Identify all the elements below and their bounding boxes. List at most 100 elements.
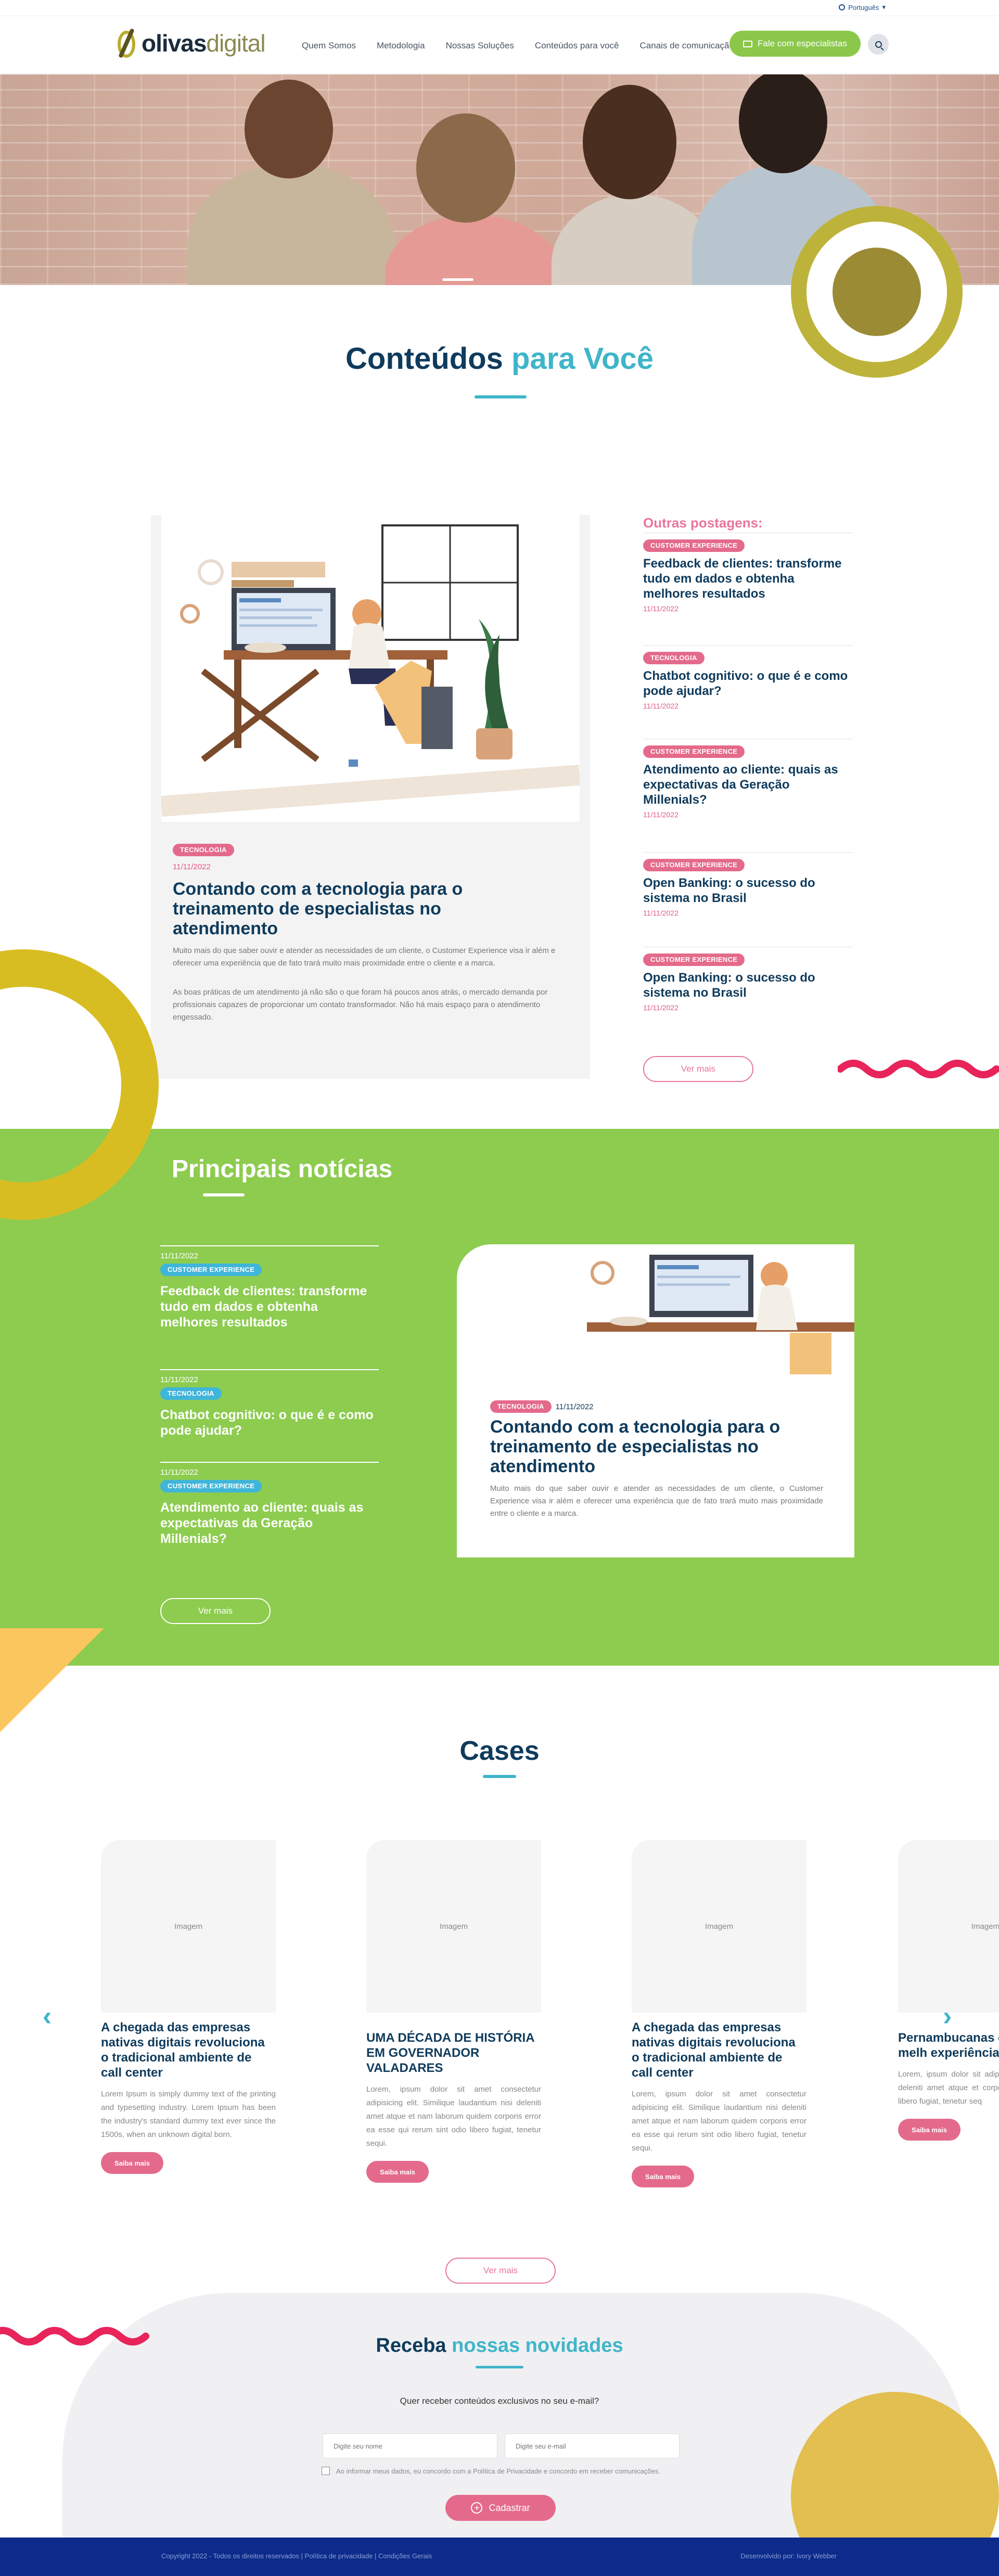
case-title[interactable]: A chegada das empresas nativas digitais … xyxy=(101,2020,276,2080)
post-title[interactable]: Chatbot cognitivo: o que é e como pode a… xyxy=(643,668,853,699)
cases-more-button[interactable]: Ver mais xyxy=(445,2258,556,2284)
sidebar-more-button[interactable]: Ver mais xyxy=(643,1056,753,1082)
post-date: 11/11/2022 xyxy=(643,909,678,917)
news-card-title[interactable]: Contando com a tecnologia para o treinam… xyxy=(490,1417,823,1476)
logo[interactable]: olivasdigital xyxy=(117,28,266,59)
case-card-partial[interactable]: Imagem Pernambucanas operação e melh exp… xyxy=(898,1840,999,2141)
category-tag[interactable]: TECNOLOGIA xyxy=(160,1387,222,1400)
nav-item-conteudos[interactable]: Conteúdos para você xyxy=(535,38,619,54)
sidebar-post[interactable]: CUSTOMER EXPERIENCE Feedback de clientes… xyxy=(643,533,853,613)
post-title[interactable]: Atendimento ao cliente: quais as expecta… xyxy=(643,762,853,807)
category-tag[interactable]: CUSTOMER EXPERIENCE xyxy=(643,539,745,552)
case-title[interactable]: Pernambucanas operação e melh experiênci… xyxy=(898,2030,999,2060)
section-title-cases: Cases xyxy=(459,1736,540,1766)
title-underline xyxy=(203,1193,245,1196)
developer-credit[interactable]: Desenvolvido por: Ivory Webber xyxy=(740,2552,837,2560)
news-item[interactable]: 11/11/2022 CUSTOMER EXPERIENCE Atendimen… xyxy=(160,1462,379,1547)
consent-text: Ao informar meus dados, eu concordo com … xyxy=(336,2467,660,2475)
post-date: 11/11/2022 xyxy=(643,810,678,819)
case-image-placeholder: Imagem xyxy=(898,1840,999,2013)
post-date: 11/11/2022 xyxy=(643,604,678,613)
title-underline xyxy=(476,2366,523,2368)
language-selector[interactable]: Português ▾ xyxy=(839,0,886,15)
post-date: 11/11/2022 xyxy=(643,702,678,710)
news-date: 11/11/2022 xyxy=(160,1252,198,1260)
consent-checkbox[interactable] xyxy=(322,2467,330,2475)
carousel-prev-button[interactable]: ‹ xyxy=(43,2001,52,2032)
section-title-conteudos: Conteúdos para Você xyxy=(0,341,999,376)
featured-post-card[interactable]: TECNOLOGIA 11/11/2022 Contando com a tec… xyxy=(151,515,590,1079)
logo-text-light: digital xyxy=(206,30,265,57)
title-accent: nossas novidades xyxy=(452,2335,623,2356)
news-title[interactable]: Chatbot cognitivo: o que é e como pode a… xyxy=(160,1407,379,1438)
title-main: Conteúdos xyxy=(345,342,503,376)
category-tag[interactable]: CUSTOMER EXPERIENCE xyxy=(160,1480,262,1492)
news-more-button[interactable]: Ver mais xyxy=(160,1598,271,1624)
news-title[interactable]: Feedback de clientes: transforme tudo em… xyxy=(160,1283,379,1330)
nav-item-canais[interactable]: Canais de comunicação xyxy=(640,38,734,54)
logo-mark-icon xyxy=(117,28,137,59)
sidebar-post[interactable]: CUSTOMER EXPERIENCE Open Banking: o suce… xyxy=(643,852,853,917)
case-excerpt: Lorem, ipsum dolor sit adipisicing elit.… xyxy=(898,2070,999,2106)
category-tag[interactable]: CUSTOMER EXPERIENCE xyxy=(643,745,745,758)
nav-item-quem-somos[interactable]: Quem Somos xyxy=(302,38,356,54)
talk-to-specialists-button[interactable]: Fale com especialistas xyxy=(729,31,861,57)
post-title[interactable]: Open Banking: o sucesso do sistema no Br… xyxy=(643,875,853,906)
featured-post-excerpt-2: As boas práticas de um atendimento já nã… xyxy=(173,988,548,1022)
title-main: Receba xyxy=(376,2335,446,2356)
search-icon xyxy=(875,41,882,48)
newsletter-subtitle: Quer receber conteúdos exclusivos no seu… xyxy=(400,2396,599,2406)
news-item[interactable]: 11/11/2022 TECNOLOGIA Chatbot cognitivo:… xyxy=(160,1369,379,1438)
subscribe-button[interactable]: + Cadastrar xyxy=(445,2495,556,2521)
decorative-wave xyxy=(838,1060,999,1078)
saiba-mais-button[interactable]: Saiba mais xyxy=(366,2161,429,2183)
news-card-excerpt: Muito mais do que saber ouvir e atender … xyxy=(490,1484,823,1518)
category-tag[interactable]: CUSTOMER EXPERIENCE xyxy=(643,954,745,966)
case-excerpt: Lorem, ipsum dolor sit amet consectetur … xyxy=(632,2090,806,2153)
case-excerpt: Lorem, ipsum dolor sit amet consectetur … xyxy=(366,2085,541,2148)
case-card[interactable]: Imagem A chegada das empresas nativas di… xyxy=(101,1840,276,2174)
post-title[interactable]: Open Banking: o sucesso do sistema no Br… xyxy=(643,970,853,1000)
case-card[interactable]: Imagem UMA DÉCADA DE HISTÓRIA EM GOVERNA… xyxy=(366,1840,541,2183)
saiba-mais-button[interactable]: Saiba mais xyxy=(101,2152,163,2174)
name-input[interactable] xyxy=(323,2433,497,2458)
category-tag[interactable]: TECNOLOGIA xyxy=(643,652,705,664)
post-title[interactable]: Feedback de clientes: transforme tudo em… xyxy=(643,556,853,601)
post-date: 11/11/2022 xyxy=(173,862,211,871)
case-card[interactable]: Imagem A chegada das empresas nativas di… xyxy=(632,1840,806,2187)
newsletter-title: Receba nossas novidades xyxy=(0,2335,999,2357)
saiba-mais-button[interactable]: Saiba mais xyxy=(898,2119,960,2141)
carousel-indicator[interactable] xyxy=(442,278,473,281)
case-title[interactable]: UMA DÉCADA DE HISTÓRIA EM GOVERNADOR VAL… xyxy=(366,2030,541,2076)
nav-item-nossas-solucoes[interactable]: Nossas Soluções xyxy=(446,38,514,54)
saiba-mais-button[interactable]: Saiba mais xyxy=(632,2166,694,2187)
case-image-placeholder: Imagem xyxy=(632,1840,806,2013)
search-button[interactable] xyxy=(868,34,889,55)
news-title[interactable]: Atendimento ao cliente: quais as expecta… xyxy=(160,1500,379,1547)
featured-post-excerpt-1: Muito mais do que saber ouvir e atender … xyxy=(173,946,556,968)
nav-item-metodologia[interactable]: Metodologia xyxy=(377,38,425,54)
news-item[interactable]: 11/11/2022 CUSTOMER EXPERIENCE Feedback … xyxy=(160,1245,379,1330)
category-tag[interactable]: TECNOLOGIA xyxy=(490,1400,552,1413)
sidebar-title: Outras postagens: xyxy=(643,515,763,531)
featured-post-title[interactable]: Contando com a tecnologia para o treinam… xyxy=(173,879,495,938)
chevron-down-icon: ▾ xyxy=(882,3,886,11)
case-title[interactable]: A chegada das empresas nativas digitais … xyxy=(632,2020,806,2080)
news-card-illustration: • • • • • • xyxy=(478,1255,854,1384)
copyright-text[interactable]: Copyright 2022 - Todos os direitos reser… xyxy=(161,2552,432,2560)
news-date: 11/11/2022 xyxy=(160,1375,198,1384)
news-featured-card[interactable]: • • • • • • TECNOLOGIA 11/11/2022 Contan… xyxy=(457,1244,854,1557)
category-tag[interactable]: CUSTOMER EXPERIENCE xyxy=(643,859,745,871)
decorative-triangle-yellow xyxy=(0,1628,104,1732)
category-tag[interactable]: TECNOLOGIA xyxy=(173,844,234,856)
sidebar-post[interactable]: TECNOLOGIA Chatbot cognitivo: o que é e … xyxy=(643,645,853,710)
news-date: 11/11/2022 xyxy=(160,1468,198,1477)
chevron-left-icon: ‹ xyxy=(43,2001,52,2031)
sidebar-post[interactable]: CUSTOMER EXPERIENCE Open Banking: o suce… xyxy=(643,947,853,1012)
sidebar-post[interactable]: CUSTOMER EXPERIENCE Atendimento ao clien… xyxy=(643,739,853,819)
plus-circle-icon: + xyxy=(471,2502,483,2514)
category-tag[interactable]: CUSTOMER EXPERIENCE xyxy=(160,1264,262,1276)
cta-label: Fale com especialistas xyxy=(758,38,847,48)
email-input[interactable] xyxy=(505,2433,680,2458)
case-image-placeholder: Imagem xyxy=(366,1840,541,2013)
